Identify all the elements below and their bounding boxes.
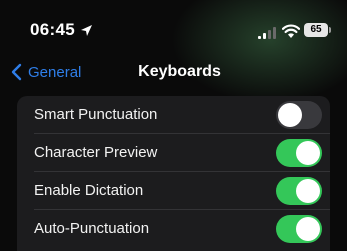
location-arrow-icon [81, 25, 92, 36]
battery-icon: 65 [304, 23, 328, 37]
setting-row-character-preview: Character Preview [17, 134, 330, 172]
auto-punctuation-toggle[interactable] [276, 215, 322, 243]
setting-label: Character Preview [34, 144, 158, 161]
settings-group: Smart Punctuation Character Preview Enab… [17, 96, 330, 251]
setting-row-auto-punctuation: Auto-Punctuation [17, 210, 330, 248]
battery-tip [329, 27, 331, 33]
setting-label: Enable Dictation [34, 182, 144, 199]
setting-row-enable-dictation: Enable Dictation [17, 172, 330, 210]
toggle-knob [296, 217, 320, 241]
toggle-knob [278, 103, 302, 127]
status-time: 06:45 [30, 20, 75, 39]
status-bar: 06:45 65 [0, 0, 347, 60]
smart-punctuation-toggle[interactable] [276, 101, 322, 129]
setting-label: Smart Punctuation [34, 106, 158, 123]
signal-icon [258, 27, 276, 39]
enable-dictation-toggle[interactable] [276, 177, 322, 205]
toggle-knob [296, 141, 320, 165]
toggle-knob [296, 179, 320, 203]
page-title: Keyboards [138, 63, 221, 80]
wifi-icon [282, 24, 300, 38]
screen: 06:45 65 General Keyboards Smart Punctua… [0, 0, 347, 251]
setting-row-smart-punctuation: Smart Punctuation [17, 96, 330, 134]
setting-label: Auto-Punctuation [34, 220, 150, 237]
character-preview-toggle[interactable] [276, 139, 322, 167]
